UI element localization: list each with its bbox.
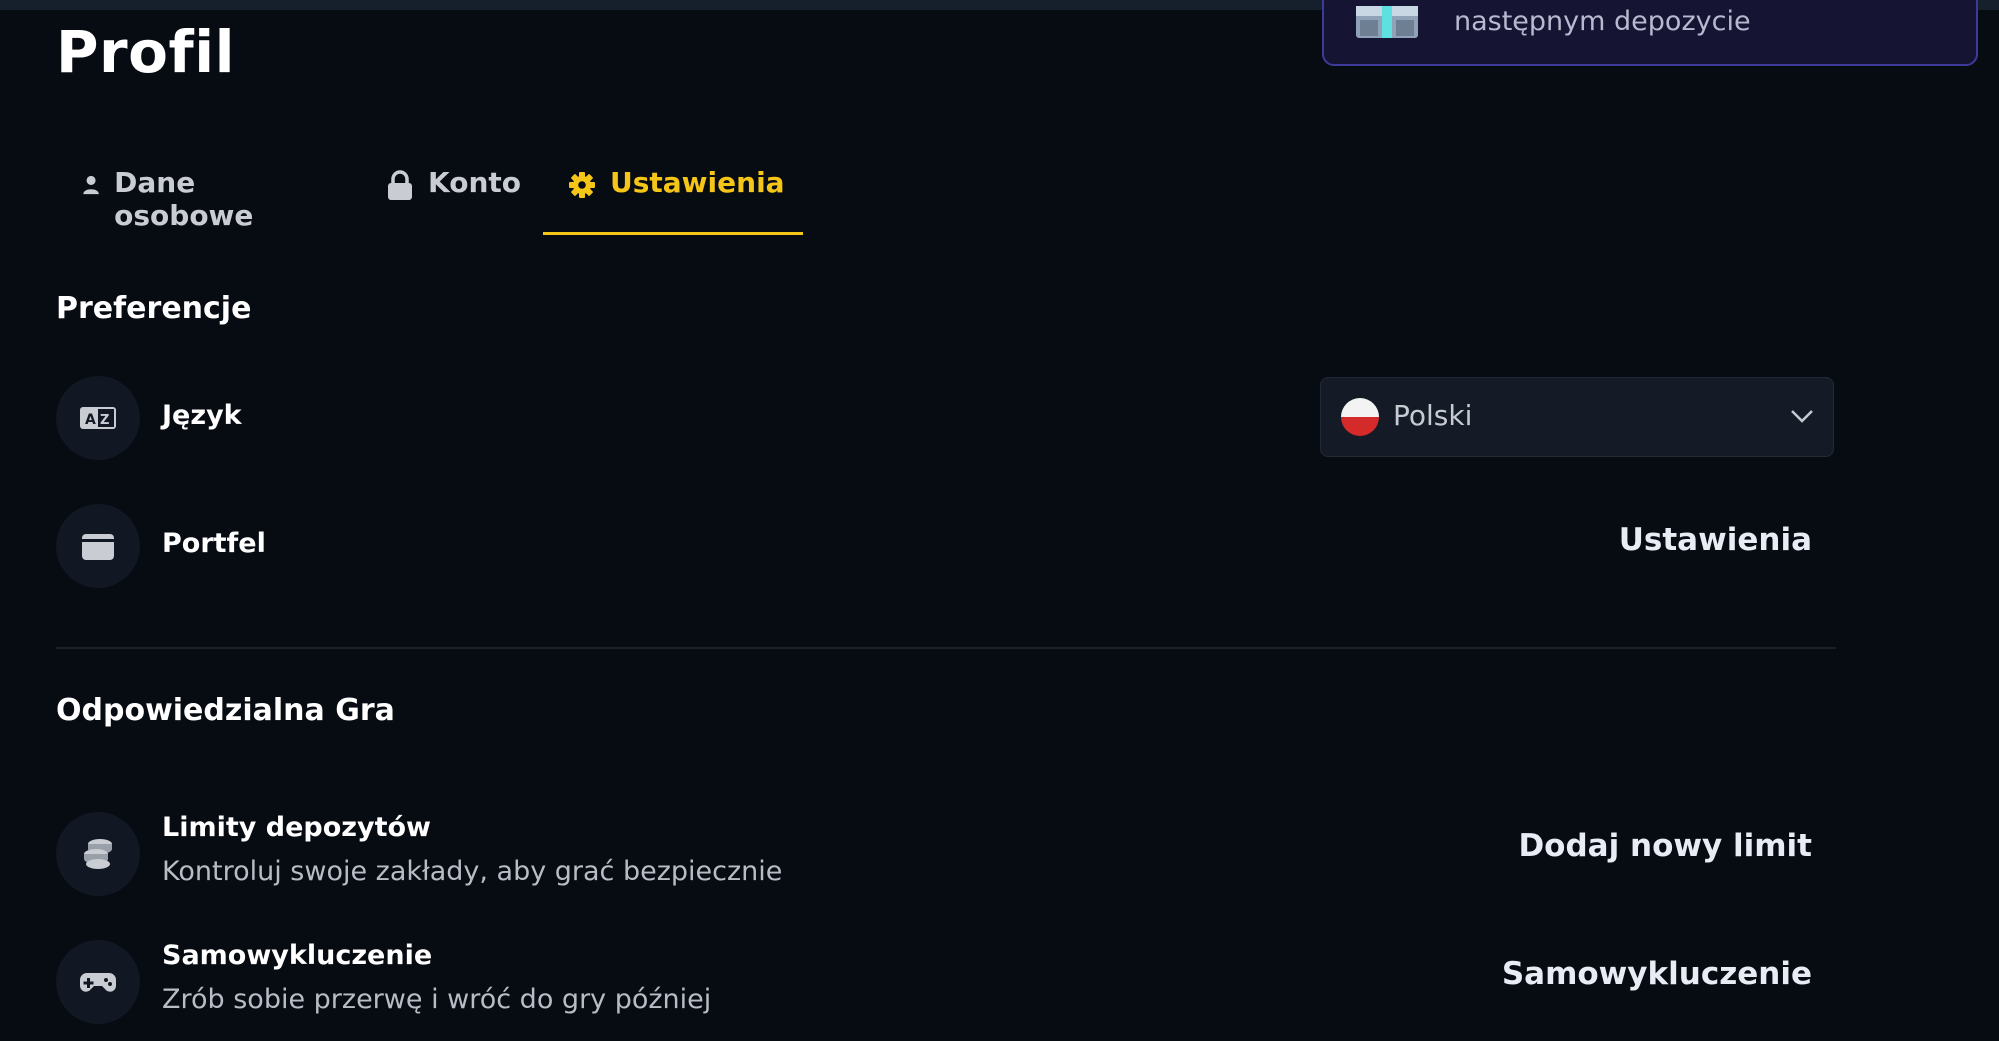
promo-banner[interactable]: następnym depozycie [1322, 0, 1978, 66]
page-title: Profil [56, 18, 235, 86]
self-exclusion-subtitle: Zrób sobie przerwę i wróć do gry później [162, 984, 712, 1015]
promo-text: następnym depozycie [1454, 6, 1751, 37]
tab-label: Dane osobowe [114, 166, 254, 232]
deposit-limits-subtitle: Kontroluj swoje zakłady, aby grać bezpie… [162, 856, 783, 887]
language-select[interactable]: Polski [1320, 377, 1834, 457]
coins-icon [84, 839, 112, 869]
tab-label: Konto [428, 166, 521, 199]
deposit-limits-label: Limity depozytów [162, 812, 431, 843]
section-divider [56, 647, 1836, 649]
tab-settings[interactable]: Ustawienia [568, 150, 785, 236]
language-label: Język [162, 400, 242, 431]
tab-account[interactable]: Konto [386, 150, 521, 236]
gift-box-icon [1356, 6, 1418, 38]
language-icon-wrap: A Z [56, 376, 140, 460]
gear-icon [569, 172, 595, 198]
chevron-down-icon [1791, 410, 1813, 423]
wallet-label: Portfel [162, 528, 266, 559]
wallet-icon-wrap [56, 504, 140, 588]
svg-text:Z: Z [100, 413, 109, 428]
svg-text:A: A [85, 412, 96, 428]
wallet-settings-link[interactable]: Ustawienia [1619, 522, 1812, 558]
tab-label: Ustawienia [610, 166, 785, 199]
section-title-preferences: Preferencje [56, 291, 252, 326]
poland-flag-icon [1341, 398, 1379, 436]
tab-personal-data[interactable]: Dane osobowe [82, 150, 263, 236]
user-icon [83, 175, 99, 195]
wallet-icon [82, 534, 114, 560]
language-icon: A Z [80, 407, 116, 429]
add-new-limit-link[interactable]: Dodaj nowy limit [1518, 828, 1812, 864]
lock-icon [388, 170, 412, 200]
gamepad-icon [80, 973, 116, 992]
language-selected-value: Polski [1393, 399, 1473, 432]
gamepad-icon-wrap [56, 940, 140, 1024]
coins-icon-wrap [56, 812, 140, 896]
profile-page: Profil następnym depozycie Dane osobowe … [0, 0, 1999, 1041]
self-exclusion-link[interactable]: Samowykluczenie [1502, 956, 1812, 992]
self-exclusion-label: Samowykluczenie [162, 940, 433, 971]
section-title-responsible-gaming: Odpowiedzialna Gra [56, 693, 395, 728]
active-tab-indicator [543, 232, 803, 235]
